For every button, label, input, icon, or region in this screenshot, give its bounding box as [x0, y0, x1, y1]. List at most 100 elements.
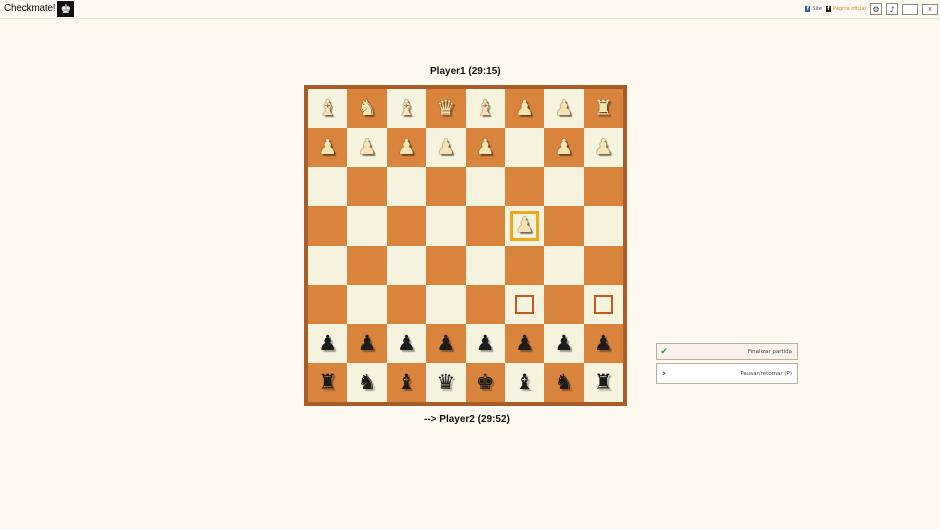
square-c7[interactable]: ♟ [386, 128, 427, 168]
square-h2[interactable]: ♟ [583, 323, 623, 363]
square-e6[interactable] [465, 167, 505, 207]
square-e3[interactable] [465, 284, 505, 324]
square-d4[interactable] [426, 245, 466, 285]
black-pawn-icon[interactable]: ♟ [436, 332, 455, 354]
square-g4[interactable] [544, 245, 584, 285]
black-knight-icon[interactable]: ♞ [555, 371, 574, 393]
square-f7[interactable] [504, 128, 545, 168]
square-h3[interactable] [583, 284, 623, 324]
square-b4[interactable] [347, 245, 387, 285]
chess-board[interactable]: ♝ ♞ ♝ ♛ ♝ ♟ ♟ ♜ ♟ ♟ ♟ ♟ ♟ ♟ ♟ ♟ ♟ ♟ ♟ ♟ ♟ ♟ ♟ ♟ ♜ ♞ ♝ ♛ ♚ ♝ ♞ ♜ [308, 89, 623, 402]
square-f8[interactable]: ♟ [504, 89, 545, 129]
square-f6[interactable] [504, 167, 545, 207]
white-pawn-icon[interactable]: ♟ [594, 137, 613, 158]
white-pawn-icon[interactable]: ♟ [515, 215, 534, 236]
square-e1[interactable]: ♚ [465, 362, 505, 402]
sound-button[interactable]: ♪ [886, 3, 898, 15]
black-knight-icon[interactable]: ♞ [358, 371, 377, 393]
square-c5[interactable] [386, 206, 427, 246]
square-f3[interactable] [504, 284, 545, 324]
black-king-icon[interactable]: ♚ [476, 371, 495, 393]
square-a2[interactable]: ♟ [308, 323, 348, 363]
square-f5[interactable]: ♟ [504, 206, 545, 246]
square-d6[interactable] [426, 167, 466, 207]
white-pawn-icon[interactable]: ♟ [397, 137, 416, 158]
white-pawn-icon[interactable]: ♟ [318, 137, 337, 158]
black-pawn-icon[interactable]: ♟ [397, 332, 416, 354]
square-c8[interactable]: ♝ [386, 89, 427, 129]
white-pawn-icon[interactable]: ♟ [358, 137, 377, 158]
square-h1[interactable]: ♜ [583, 362, 623, 402]
black-pawn-icon[interactable]: ♟ [476, 332, 495, 354]
white-pawn-icon[interactable]: ♟ [476, 137, 495, 158]
square-g5[interactable] [544, 206, 584, 246]
black-pawn-icon[interactable]: ♟ [555, 332, 574, 354]
square-d3[interactable] [426, 284, 466, 324]
square-g3[interactable] [544, 284, 584, 324]
square-c4[interactable] [386, 245, 427, 285]
black-bishop-icon[interactable]: ♝ [515, 371, 534, 393]
settings-button[interactable]: ⚙ [870, 3, 882, 15]
square-h7[interactable]: ♟ [583, 128, 623, 168]
square-f2[interactable]: ♟ [504, 323, 545, 363]
white-rook-icon[interactable]: ♜ [594, 98, 613, 119]
square-d2[interactable]: ♟ [426, 323, 466, 363]
square-h5[interactable] [583, 206, 623, 246]
square-d7[interactable]: ♟ [426, 128, 466, 168]
square-g2[interactable]: ♟ [544, 323, 584, 363]
window-box-button[interactable] [902, 3, 918, 15]
square-g1[interactable]: ♞ [544, 362, 584, 402]
square-h4[interactable] [583, 245, 623, 285]
square-h6[interactable] [583, 167, 623, 207]
square-a5[interactable] [308, 206, 348, 246]
black-pawn-icon[interactable]: ♟ [515, 332, 534, 354]
square-h8[interactable]: ♜ [583, 89, 623, 129]
square-f1[interactable]: ♝ [504, 362, 545, 402]
square-e7[interactable]: ♟ [465, 128, 505, 168]
square-b5[interactable] [347, 206, 387, 246]
square-a3[interactable] [308, 284, 348, 324]
square-c2[interactable]: ♟ [386, 323, 427, 363]
square-b2[interactable]: ♟ [347, 323, 387, 363]
app-logo[interactable]: Checkmate! ♚ [4, 0, 75, 17]
square-a8[interactable]: ♝ [308, 89, 348, 129]
black-rook-icon[interactable]: ♜ [318, 371, 337, 393]
facebook-official-page-link[interactable]: f Página oficial [825, 6, 866, 12]
square-c6[interactable] [386, 167, 427, 207]
white-bishop-icon[interactable]: ♝ [397, 98, 416, 119]
black-queen-icon[interactable]: ♛ [436, 371, 455, 393]
square-e4[interactable] [465, 245, 505, 285]
square-a1[interactable]: ♜ [308, 362, 348, 402]
pause-resume-button[interactable]: › Pausar/retomar (P) [656, 363, 798, 384]
finish-game-button[interactable]: ✔ Finalizar partida [656, 343, 798, 360]
square-c1[interactable]: ♝ [386, 362, 427, 402]
white-pawn-icon[interactable]: ♟ [436, 137, 455, 158]
square-d8[interactable]: ♛ [426, 89, 466, 129]
white-pawn-icon[interactable]: ♟ [555, 137, 574, 158]
white-queen-icon[interactable]: ♛ [436, 98, 455, 119]
square-a7[interactable]: ♟ [308, 128, 348, 168]
square-b8[interactable]: ♞ [347, 89, 387, 129]
close-button[interactable]: x [922, 3, 938, 15]
square-e5[interactable] [465, 206, 505, 246]
square-g8[interactable]: ♟ [544, 89, 584, 129]
white-knight-icon[interactable]: ♞ [358, 98, 377, 119]
square-d5[interactable] [426, 206, 466, 246]
black-bishop-icon[interactable]: ♝ [397, 371, 416, 393]
square-e8[interactable]: ♝ [465, 89, 505, 129]
square-f4[interactable] [504, 245, 545, 285]
black-rook-icon[interactable]: ♜ [594, 371, 613, 393]
white-bishop-icon[interactable]: ♝ [318, 98, 337, 119]
white-bishop-icon[interactable]: ♝ [476, 98, 495, 119]
black-pawn-icon[interactable]: ♟ [318, 332, 337, 354]
black-pawn-icon[interactable]: ♟ [358, 332, 377, 354]
white-pawn-icon[interactable]: ♟ [555, 98, 574, 119]
square-g6[interactable] [544, 167, 584, 207]
square-c3[interactable] [386, 284, 427, 324]
black-pawn-icon[interactable]: ♟ [594, 332, 613, 354]
square-b3[interactable] [347, 284, 387, 324]
square-a6[interactable] [308, 167, 348, 207]
square-a4[interactable] [308, 245, 348, 285]
white-pawn-icon[interactable]: ♟ [515, 98, 534, 119]
square-e2[interactable]: ♟ [465, 323, 505, 363]
